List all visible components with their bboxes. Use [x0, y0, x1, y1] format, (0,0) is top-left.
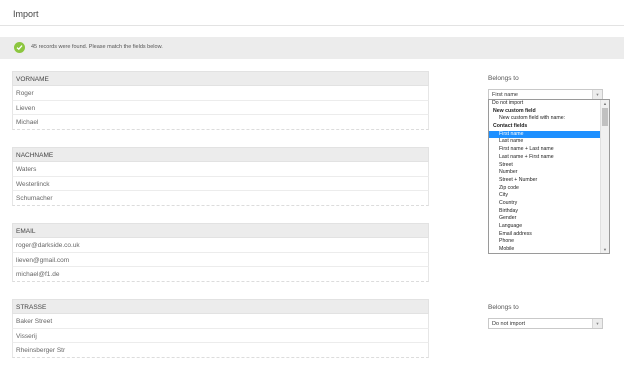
- dropdown-option[interactable]: New custom field with name:: [489, 115, 601, 123]
- page-title: Import: [13, 9, 39, 19]
- dropdown-option[interactable]: Birthday: [489, 208, 601, 216]
- dropdown-option[interactable]: Mobile: [489, 246, 601, 253]
- page-header: Import: [0, 0, 624, 26]
- field-value: Schumacher: [12, 191, 429, 206]
- scroll-up-icon[interactable]: ▲: [601, 100, 609, 107]
- scrollbar-thumb[interactable]: [602, 108, 608, 126]
- dropdown-options: Do not import New custom field New custom …: [489, 100, 601, 253]
- field-value: lieven@gmail.com: [12, 252, 429, 267]
- belongs-to-label: Belongs to: [488, 75, 519, 82]
- dropdown-option[interactable]: Last name: [489, 138, 601, 146]
- chevron-down-icon[interactable]: ▼: [592, 319, 602, 328]
- scroll-down-icon[interactable]: ▼: [601, 246, 609, 253]
- dropdown-option[interactable]: Number: [489, 169, 601, 177]
- field-header: EMAIL: [12, 223, 429, 238]
- field-group-strasse: STRASSE Baker Street Visserij Rheinsberg…: [12, 299, 429, 358]
- field-value: Rheinsberger Str: [12, 343, 429, 358]
- check-circle-icon: [14, 42, 25, 53]
- dropdown-option[interactable]: Street: [489, 162, 601, 170]
- field-value: Roger: [12, 86, 429, 101]
- chevron-down-icon[interactable]: ▼: [592, 90, 602, 99]
- dropdown-option[interactable]: First name: [489, 130, 601, 139]
- dropdown-option[interactable]: City: [489, 192, 601, 200]
- select-value: Do not import: [492, 321, 526, 327]
- field-group-nachname: NACHNAME Waters Westerlinck Schumacher: [12, 147, 429, 206]
- field-value: Waters: [12, 162, 429, 177]
- field-header: VORNAME: [12, 71, 429, 86]
- mapping-dropdown-list[interactable]: Do not import New custom field New custom …: [488, 99, 610, 254]
- notice-text: 45 records were found. Please match the …: [31, 44, 163, 50]
- field-value: Baker Street: [12, 314, 429, 329]
- dropdown-option[interactable]: Street + Number: [489, 177, 601, 185]
- field-value: michael@f1.de: [12, 267, 429, 282]
- belongs-to-label: Belongs to: [488, 304, 519, 311]
- dropdown-option[interactable]: Country: [489, 200, 601, 208]
- field-value: Visserij: [12, 328, 429, 343]
- field-group-email: EMAIL roger@darkside.co.uk lieven@gmail.…: [12, 223, 429, 282]
- dropdown-option[interactable]: Email address: [489, 231, 601, 239]
- dropdown-group-label: New custom field: [493, 107, 536, 114]
- dropdown-option[interactable]: Language: [489, 223, 601, 231]
- mapping-select[interactable]: Do not import ▼: [488, 318, 603, 329]
- field-value: Michael: [12, 115, 429, 130]
- dropdown-scrollbar[interactable]: ▲ ▼: [600, 100, 609, 253]
- dropdown-option[interactable]: First name + Last name: [489, 146, 601, 154]
- dropdown-option[interactable]: Phone: [489, 238, 601, 246]
- dropdown-group-label: Contact fields: [493, 123, 528, 130]
- select-value: First name: [492, 92, 518, 98]
- dropdown-option[interactable]: Last name + First name: [489, 154, 601, 162]
- success-notice: 45 records were found. Please match the …: [0, 37, 624, 59]
- dropdown-option[interactable]: Gender: [489, 215, 601, 223]
- field-value: Westerlinck: [12, 176, 429, 191]
- field-header: NACHNAME: [12, 147, 429, 162]
- field-value: Lieven: [12, 100, 429, 115]
- dropdown-option[interactable]: Zip code: [489, 185, 601, 193]
- dropdown-option[interactable]: Do not import: [489, 100, 601, 108]
- field-header: STRASSE: [12, 299, 429, 314]
- field-value: roger@darkside.co.uk: [12, 238, 429, 253]
- field-group-vorname: VORNAME Roger Lieven Michael: [12, 71, 429, 130]
